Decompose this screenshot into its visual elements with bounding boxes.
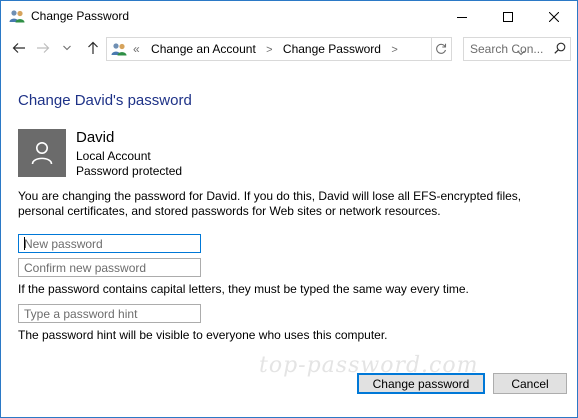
arrow-right-icon bbox=[37, 43, 50, 53]
page-title: Change David's password bbox=[18, 92, 192, 109]
address-bar[interactable]: « Change an Account > Change Password > bbox=[106, 37, 525, 61]
change-password-window: Change Password « Change an Account > Ch… bbox=[0, 0, 578, 418]
window-title: Change Password bbox=[31, 9, 130, 23]
arrow-up-icon bbox=[88, 41, 98, 54]
search-box[interactable]: Search Con... bbox=[463, 37, 571, 61]
info-text: You are changing the password for David.… bbox=[18, 189, 522, 218]
breadcrumb-overflow[interactable]: « bbox=[133, 42, 140, 56]
breadcrumb-change-an-account[interactable]: Change an Account bbox=[151, 42, 256, 56]
navigation-bar: « Change an Account > Change Password > … bbox=[1, 32, 577, 64]
change-password-button[interactable]: Change password bbox=[357, 373, 485, 394]
cancel-button[interactable]: Cancel bbox=[493, 373, 567, 394]
refresh-button[interactable] bbox=[431, 37, 452, 61]
account-type: Local Account bbox=[76, 149, 151, 163]
password-hint-field[interactable] bbox=[18, 304, 201, 323]
search-placeholder: Search Con... bbox=[470, 42, 544, 56]
forward-button[interactable] bbox=[33, 38, 53, 58]
arrow-left-icon bbox=[12, 43, 25, 53]
avatar bbox=[18, 129, 66, 177]
up-button[interactable] bbox=[83, 38, 103, 58]
text-caret bbox=[24, 237, 25, 250]
refresh-icon bbox=[436, 43, 447, 54]
minimize-button[interactable] bbox=[439, 1, 485, 32]
close-icon bbox=[549, 11, 559, 22]
hint-visibility-note: The password hint will be visible to eve… bbox=[18, 328, 388, 342]
breadcrumb-separator-icon[interactable]: > bbox=[266, 44, 272, 56]
chevron-down-icon bbox=[63, 45, 71, 51]
password-status: Password protected bbox=[76, 164, 183, 178]
capital-letters-note: If the password contains capital letters… bbox=[18, 282, 469, 296]
search-icon bbox=[554, 42, 566, 57]
user-name: David bbox=[76, 129, 115, 146]
minimize-icon bbox=[457, 16, 467, 18]
maximize-button[interactable] bbox=[485, 1, 531, 32]
user-icon bbox=[31, 142, 53, 165]
users-icon bbox=[9, 8, 25, 24]
close-button[interactable] bbox=[531, 1, 577, 32]
maximize-icon bbox=[503, 11, 513, 22]
breadcrumb-change-password[interactable]: Change Password bbox=[283, 42, 381, 56]
confirm-password-field[interactable] bbox=[18, 258, 201, 277]
back-button[interactable] bbox=[9, 38, 29, 58]
breadcrumb: « Change an Account > Change Password > bbox=[133, 42, 405, 56]
new-password-field[interactable] bbox=[18, 234, 201, 253]
users-icon bbox=[111, 41, 127, 57]
recent-locations-button[interactable] bbox=[57, 38, 77, 58]
title-bar[interactable]: Change Password bbox=[1, 1, 577, 32]
breadcrumb-separator-icon[interactable]: > bbox=[391, 44, 397, 56]
